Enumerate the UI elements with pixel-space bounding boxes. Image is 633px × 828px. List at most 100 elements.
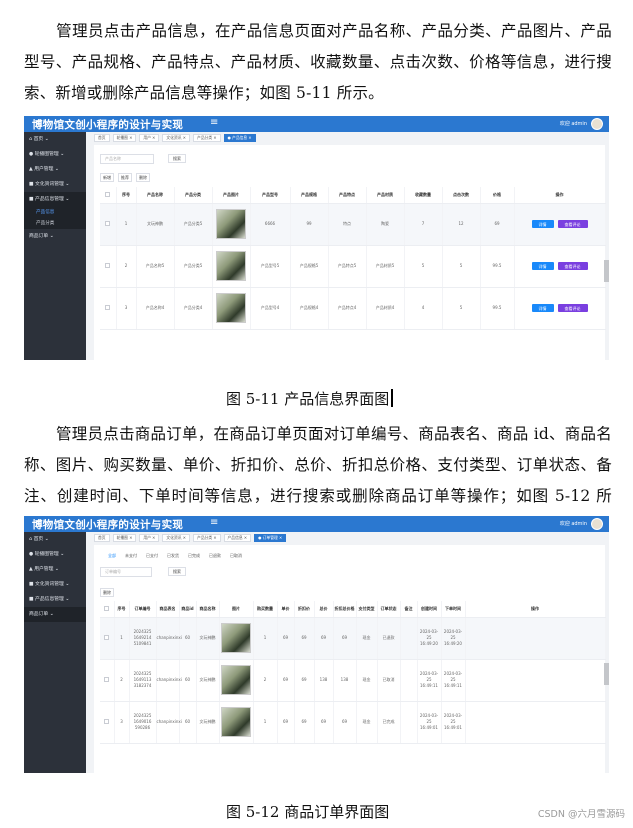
row-checkbox[interactable]	[104, 718, 110, 724]
cell	[100, 617, 115, 660]
cell-material: 产品材质4	[366, 287, 405, 330]
search-button[interactable]: 搜索	[168, 567, 186, 576]
tab[interactable]: 用户 ✕	[139, 534, 160, 542]
status-tab[interactable]: 已完成	[188, 553, 200, 559]
column-header: 订单编号	[129, 601, 157, 618]
tab[interactable]: 轮播图 ✕	[112, 534, 137, 542]
sidebar-item-orders[interactable]: 商品订单 ⌄	[24, 229, 86, 244]
tab[interactable]: 产品信息 ✕	[223, 534, 252, 542]
table-row: 3 产品名称4 产品分类4 产品型号4 产品规格4 产品特点4 产品材质4 4 5 99.5 详情查…	[100, 287, 606, 330]
add-button[interactable]: 新增	[100, 173, 114, 182]
cell	[100, 245, 117, 288]
sidebar-subitem[interactable]: 产品分类	[24, 218, 86, 229]
cell-actions: 详情 查看评论	[514, 203, 606, 246]
cell-material: 产品材质5	[366, 245, 405, 288]
sidebar-item[interactable]: ⌂ 首页 ⌄	[24, 132, 86, 147]
select-all-checkbox[interactable]	[105, 191, 111, 197]
sidebar-item[interactable]: ■ 文化资讯管理 ⌄	[24, 177, 86, 192]
detail-button[interactable]: 详情	[531, 220, 554, 228]
sidebar-item[interactable]: 商品订单 ⌄	[24, 607, 86, 622]
avatar[interactable]	[591, 518, 603, 530]
tab-bar: 首页 轮播图 ✕ 用户 ✕ 文化资讯 ✕ 产品分类 ✕ ● 产品信息 ✕	[94, 134, 256, 142]
order-search-input[interactable]: 订单编号	[100, 567, 152, 577]
cell-created: 2024-03-25 16:49:20	[417, 617, 442, 660]
cell-table: chanpinxinxi	[156, 659, 182, 702]
cell-image	[212, 203, 251, 246]
avatar[interactable]	[591, 118, 603, 130]
cell-status: 已完成	[377, 701, 401, 744]
status-tab[interactable]: 已取消	[230, 553, 242, 559]
sidebar-item[interactable]: ▲ 用户管理 ⌄	[24, 562, 86, 577]
view-comments-button[interactable]: 查看评论	[557, 220, 588, 228]
row-checkbox[interactable]	[105, 220, 111, 226]
status-tab[interactable]: 全部	[108, 553, 116, 559]
scrollbar[interactable]	[604, 663, 609, 685]
status-tab[interactable]: 已退款	[209, 553, 221, 559]
select-all-checkbox[interactable]	[104, 605, 110, 611]
delete-button[interactable]: 删除	[100, 588, 114, 597]
cell	[100, 287, 117, 330]
sidebar-item[interactable]: ● 轮播图管理 ⌄	[24, 147, 86, 162]
row-checkbox[interactable]	[105, 304, 111, 310]
sidebar-item[interactable]: ■ 文化资讯管理 ⌄	[24, 577, 86, 592]
tab[interactable]: 首页	[94, 134, 110, 142]
caption-orders-text: 图 5-12 商品订单界面图	[226, 803, 390, 821]
cell-pay: 现金	[356, 617, 378, 660]
sidebar-item[interactable]: ● 轮播图管理 ⌄	[24, 547, 86, 562]
product-info-screenshot: 博物馆文创小程序的设计与实现 ≡ 欢迎 admin ⌂ 首页 ⌄ ● 轮播图管理 …	[24, 116, 609, 360]
view-comments-button[interactable]: 查看评论	[557, 304, 588, 312]
csdn-watermark: CSDN @六月雪源码	[537, 809, 625, 820]
menu-icon[interactable]: ≡	[210, 517, 218, 528]
tab[interactable]: ● 订单管理 ✕	[254, 534, 287, 542]
recommend-button[interactable]: 推荐	[118, 173, 132, 182]
cell-feature: 特点	[328, 203, 367, 246]
tab[interactable]: 产品分类 ✕	[192, 534, 221, 542]
cell	[100, 701, 115, 744]
tab[interactable]: 文化资讯 ✕	[162, 134, 190, 142]
cell-price: 69	[480, 203, 515, 246]
cell-actions	[465, 701, 606, 744]
tab[interactable]: 产品分类 ✕	[192, 134, 221, 142]
cell-cat: 产品分类5	[174, 245, 213, 288]
status-tab[interactable]: 已支付	[146, 553, 158, 559]
caption-product-info: 图 5-11 产品信息界面图	[226, 388, 393, 409]
cell-qty: 1	[253, 701, 278, 744]
status-tab[interactable]: 已发货	[167, 553, 179, 559]
sidebar-subitem[interactable]: 产品信息	[24, 207, 86, 218]
cell-dtotal: 69	[333, 701, 357, 744]
tab[interactable]: 首页	[94, 534, 110, 542]
column-header: 商品id	[179, 601, 197, 618]
column-header: 总价	[314, 601, 334, 618]
welcome-text: 欢迎 admin	[559, 121, 587, 127]
view-comments-button[interactable]: 查看评论	[557, 262, 588, 270]
column-header: 产品分类	[174, 187, 213, 204]
tab[interactable]: 用户 ✕	[139, 134, 160, 142]
cell-created: 2024-03-25 16:49:11	[417, 659, 442, 702]
scrollbar[interactable]	[604, 260, 609, 282]
row-checkbox[interactable]	[104, 634, 110, 640]
tab[interactable]: ● 产品信息 ✕	[223, 134, 256, 142]
column-header: 价格	[480, 187, 515, 204]
row-checkbox[interactable]	[104, 676, 110, 682]
cell-pay: 现金	[356, 659, 378, 702]
cell-price: 99.5	[480, 287, 515, 330]
detail-button[interactable]: 详情	[531, 304, 554, 312]
sidebar-item[interactable]: ⌂ 首页 ⌄	[24, 532, 86, 547]
status-tab[interactable]: 未支付	[125, 553, 137, 559]
row-checkbox[interactable]	[105, 262, 111, 268]
sidebar-item[interactable]: ▲ 用户管理 ⌄	[24, 162, 86, 177]
cell-actions: 详情 查看评论	[514, 287, 606, 330]
sidebar-item[interactable]: ■ 产品信息管理 ⌄	[24, 192, 86, 207]
search-input[interactable]: 产品名称	[100, 154, 154, 164]
search-button[interactable]: 搜索	[168, 154, 186, 163]
cell-total: 138	[314, 659, 334, 702]
paragraph-product-info: 管理员点击产品信息，在产品信息页面对产品名称、产品分类、产品图片、产品型号、产品…	[24, 16, 612, 109]
column-header: 创建时间	[417, 601, 442, 618]
sidebar-item[interactable]: ■ 产品信息管理 ⌄	[24, 592, 86, 607]
tab[interactable]: 轮播图 ✕	[112, 134, 137, 142]
detail-button[interactable]: 详情	[531, 262, 554, 270]
menu-icon[interactable]: ≡	[210, 117, 218, 128]
tab[interactable]: 文化资讯 ✕	[162, 534, 190, 542]
cell-total: 69	[314, 617, 334, 660]
delete-button[interactable]: 删除	[136, 173, 150, 182]
